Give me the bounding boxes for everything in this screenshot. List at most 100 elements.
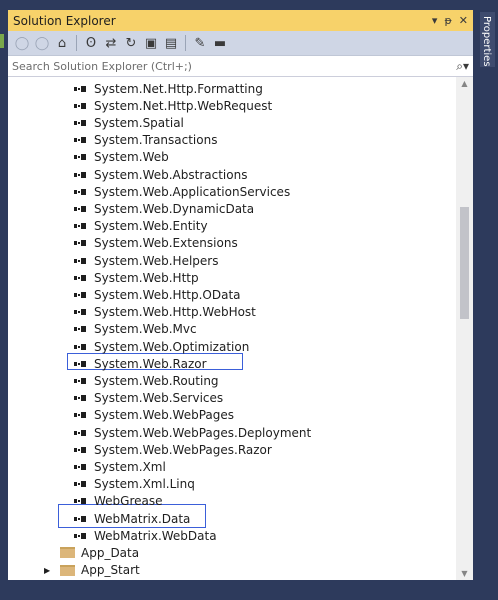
- reference-label: System.Web: [94, 150, 169, 165]
- reference-icon: [74, 359, 90, 369]
- reference-item[interactable]: System.Web.Abstractions: [74, 166, 247, 183]
- reference-item[interactable]: WebGrease: [74, 493, 163, 510]
- solution-tree: System.Net.Http.Formatting System.Net.Htt…: [8, 77, 456, 580]
- reference-item[interactable]: System.Web.DynamicData: [74, 200, 254, 217]
- reference-label: WebMatrix.WebData: [94, 528, 217, 543]
- reference-icon: [74, 376, 90, 386]
- reference-label: System.Web.Http.WebHost: [94, 305, 256, 320]
- reference-label: System.Web.Razor: [94, 356, 207, 371]
- reference-item[interactable]: System.Web: [74, 149, 169, 166]
- reference-item[interactable]: System.Net.Http.WebRequest: [74, 97, 272, 114]
- reference-label: System.Xml.Linq: [94, 477, 195, 492]
- panel-title: Solution Explorer: [13, 13, 116, 28]
- reference-icon: [74, 221, 90, 231]
- reference-item[interactable]: System.Web.WebPages.Deployment: [74, 424, 311, 441]
- reference-icon: [74, 445, 90, 455]
- reference-label: System.Web.WebPages: [94, 408, 235, 423]
- reference-label: WebGrease: [94, 494, 163, 509]
- home-icon[interactable]: ⌂: [52, 33, 72, 53]
- reference-item[interactable]: System.Transactions: [74, 132, 217, 149]
- reference-item[interactable]: System.Web.Helpers: [74, 252, 218, 269]
- reference-icon: [74, 410, 90, 420]
- reference-item[interactable]: System.Web.Entity: [74, 218, 208, 235]
- vertical-scrollbar[interactable]: ▲ ▼: [456, 77, 473, 580]
- scrollbar-thumb[interactable]: [460, 207, 469, 319]
- reference-item[interactable]: System.Xml.Linq: [74, 476, 195, 493]
- scroll-down-icon[interactable]: ▼: [456, 569, 473, 578]
- expand-icon[interactable]: ▶: [44, 566, 50, 575]
- reference-label: System.Web.Services: [94, 391, 224, 406]
- search-input[interactable]: [12, 59, 453, 73]
- reference-icon: [74, 135, 90, 145]
- reference-item[interactable]: System.Web.Services: [74, 390, 223, 407]
- reference-icon: [74, 531, 90, 541]
- reference-item[interactable]: System.Web.Optimization: [74, 338, 249, 355]
- toolbar-separator: [76, 35, 77, 51]
- folder-label: App_Data: [81, 545, 140, 560]
- reference-icon: [74, 479, 90, 489]
- reference-label: System.Web.Optimization: [94, 339, 250, 354]
- folder-label: App_Start: [81, 563, 140, 578]
- forward-icon[interactable]: ◯: [32, 33, 52, 53]
- reference-item[interactable]: System.Web.Razor: [74, 355, 207, 372]
- reference-icon: [74, 307, 90, 317]
- reference-item[interactable]: System.Web.Http.OData: [74, 286, 241, 303]
- refresh-icon[interactable]: ↻: [121, 33, 141, 53]
- close-icon[interactable]: ✕: [459, 14, 468, 27]
- reference-item[interactable]: System.Web.Mvc: [74, 321, 197, 338]
- show-all-files-icon[interactable]: ▤: [161, 33, 181, 53]
- sync-with-active-document-icon[interactable]: ⇄: [101, 33, 121, 53]
- solution-explorer-toolbar: ◯ ◯ ⌂ ʘ ⇄ ↻ ▣ ▤ ✎ ▬: [8, 31, 473, 56]
- reference-label: System.Web.Extensions: [94, 236, 238, 251]
- toolbar-separator: [185, 35, 186, 51]
- collapse-all-icon[interactable]: ▣: [141, 33, 161, 53]
- reference-item[interactable]: System.Web.Extensions: [74, 235, 238, 252]
- reference-icon: [74, 118, 90, 128]
- reference-icon: [74, 238, 90, 248]
- reference-label: System.Xml: [94, 459, 166, 474]
- reference-item[interactable]: System.Web.ApplicationServices: [74, 183, 290, 200]
- reference-icon: [74, 462, 90, 472]
- reference-label: System.Transactions: [94, 133, 218, 148]
- reference-label: System.Web.WebPages.Deployment: [94, 425, 312, 440]
- reference-item[interactable]: WebMatrix.Data: [74, 510, 190, 527]
- reference-icon: [74, 273, 90, 283]
- reference-item[interactable]: System.Web.WebPages.Razor: [74, 441, 272, 458]
- pin-icon[interactable]: ᵽ: [444, 14, 451, 27]
- reference-label: System.Net.Http.WebRequest: [94, 98, 273, 113]
- reference-label: System.Web.Routing: [94, 373, 219, 388]
- reference-icon: [74, 101, 90, 111]
- reference-icon: [74, 324, 90, 334]
- preview-selected-items-icon[interactable]: ▬: [210, 33, 230, 53]
- search-bar: ⌕▾: [8, 56, 473, 77]
- reference-item[interactable]: System.Net.Http.Formatting: [74, 80, 263, 97]
- reference-item[interactable]: WebMatrix.WebData: [74, 527, 217, 544]
- solution-explorer-titlebar[interactable]: Solution Explorer ▾ ᵽ ✕: [8, 10, 473, 31]
- search-icon[interactable]: ⌕▾: [453, 59, 469, 74]
- back-icon[interactable]: ◯: [12, 33, 32, 53]
- reference-item[interactable]: System.Spatial: [74, 114, 184, 131]
- reference-icon: [74, 256, 90, 266]
- reference-item[interactable]: System.Xml: [74, 458, 166, 475]
- reference-label: System.Web.ApplicationServices: [94, 184, 291, 199]
- folder-item[interactable]: App_Start: [60, 562, 140, 579]
- reference-label: System.Web.WebPages.Razor: [94, 442, 272, 457]
- reference-item[interactable]: System.Web.Routing: [74, 372, 219, 389]
- reference-icon: [74, 393, 90, 403]
- reference-item[interactable]: System.Web.Http.WebHost: [74, 304, 256, 321]
- folder-item[interactable]: App_Data: [60, 544, 139, 561]
- pending-changes-filter-icon[interactable]: ʘ: [81, 33, 101, 53]
- reference-label: System.Web.Helpers: [94, 253, 219, 268]
- properties-wrench-icon[interactable]: ✎: [190, 33, 210, 53]
- scroll-up-icon[interactable]: ▲: [456, 79, 473, 88]
- reference-item[interactable]: System.Web.WebPages: [74, 407, 234, 424]
- reference-label: System.Web.Entity: [94, 219, 208, 234]
- reference-item[interactable]: System.Web.Http: [74, 269, 199, 286]
- folder-icon: [60, 547, 75, 559]
- reference-icon: [74, 152, 90, 162]
- reference-label: WebMatrix.Data: [94, 511, 191, 526]
- left-edge-marker: [0, 34, 4, 48]
- right-dock-strip: [477, 10, 498, 600]
- window-position-dropdown-icon[interactable]: ▾: [432, 14, 438, 27]
- reference-label: System.Web.DynamicData: [94, 201, 255, 216]
